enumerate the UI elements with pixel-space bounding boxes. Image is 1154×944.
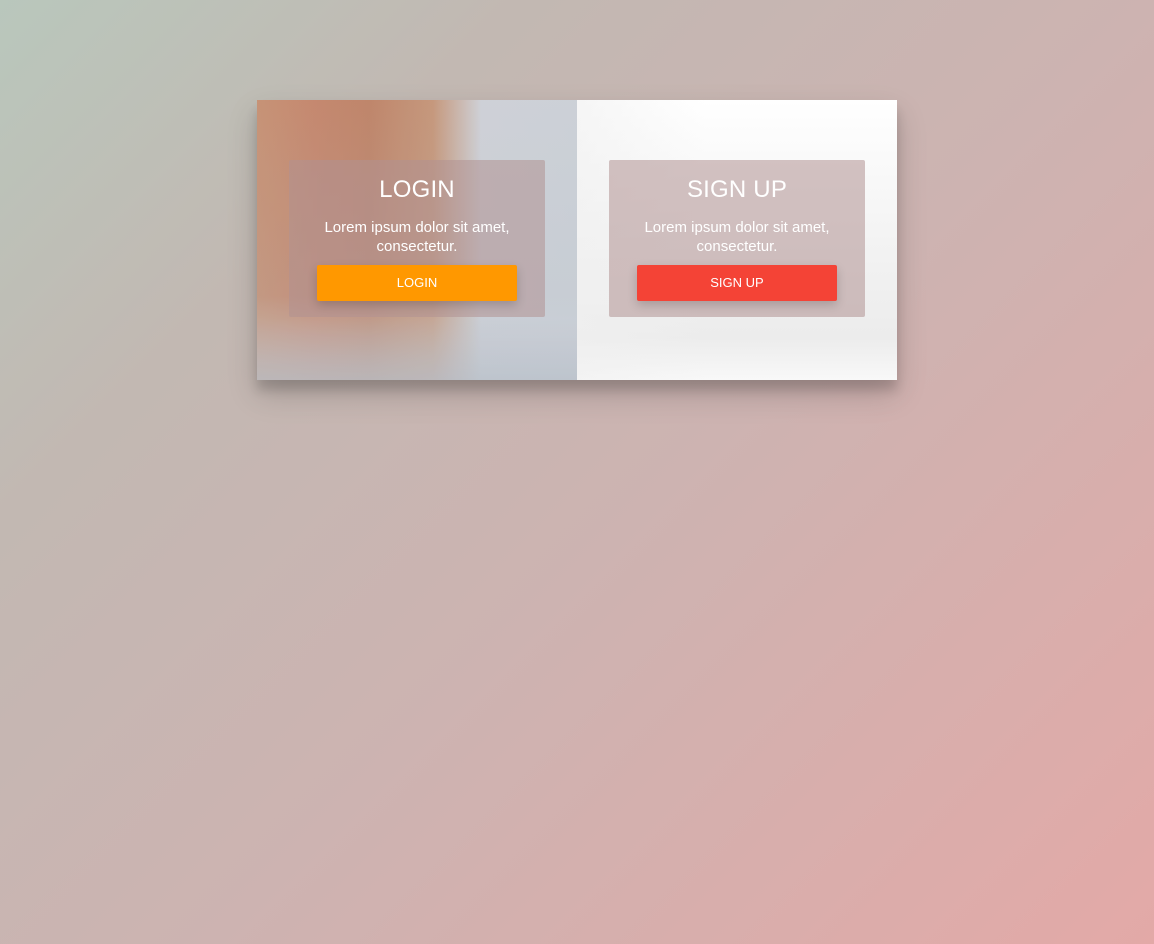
signup-button[interactable]: SIGN UP: [637, 265, 837, 301]
login-box: LOGIN Lorem ipsum dolor sit amet, consec…: [289, 160, 545, 317]
signup-box: SIGN UP Lorem ipsum dolor sit amet, cons…: [609, 160, 865, 317]
signup-title: SIGN UP: [686, 176, 788, 203]
login-description: Lorem ipsum dolor sit amet, consectetur.: [324, 219, 510, 255]
signup-description: Lorem ipsum dolor sit amet, consectetur.: [644, 219, 830, 255]
auth-card: LOGIN Lorem ipsum dolor sit amet, consec…: [257, 100, 897, 380]
login-title: LOGIN: [379, 176, 455, 203]
login-button[interactable]: LOGIN: [317, 265, 517, 301]
